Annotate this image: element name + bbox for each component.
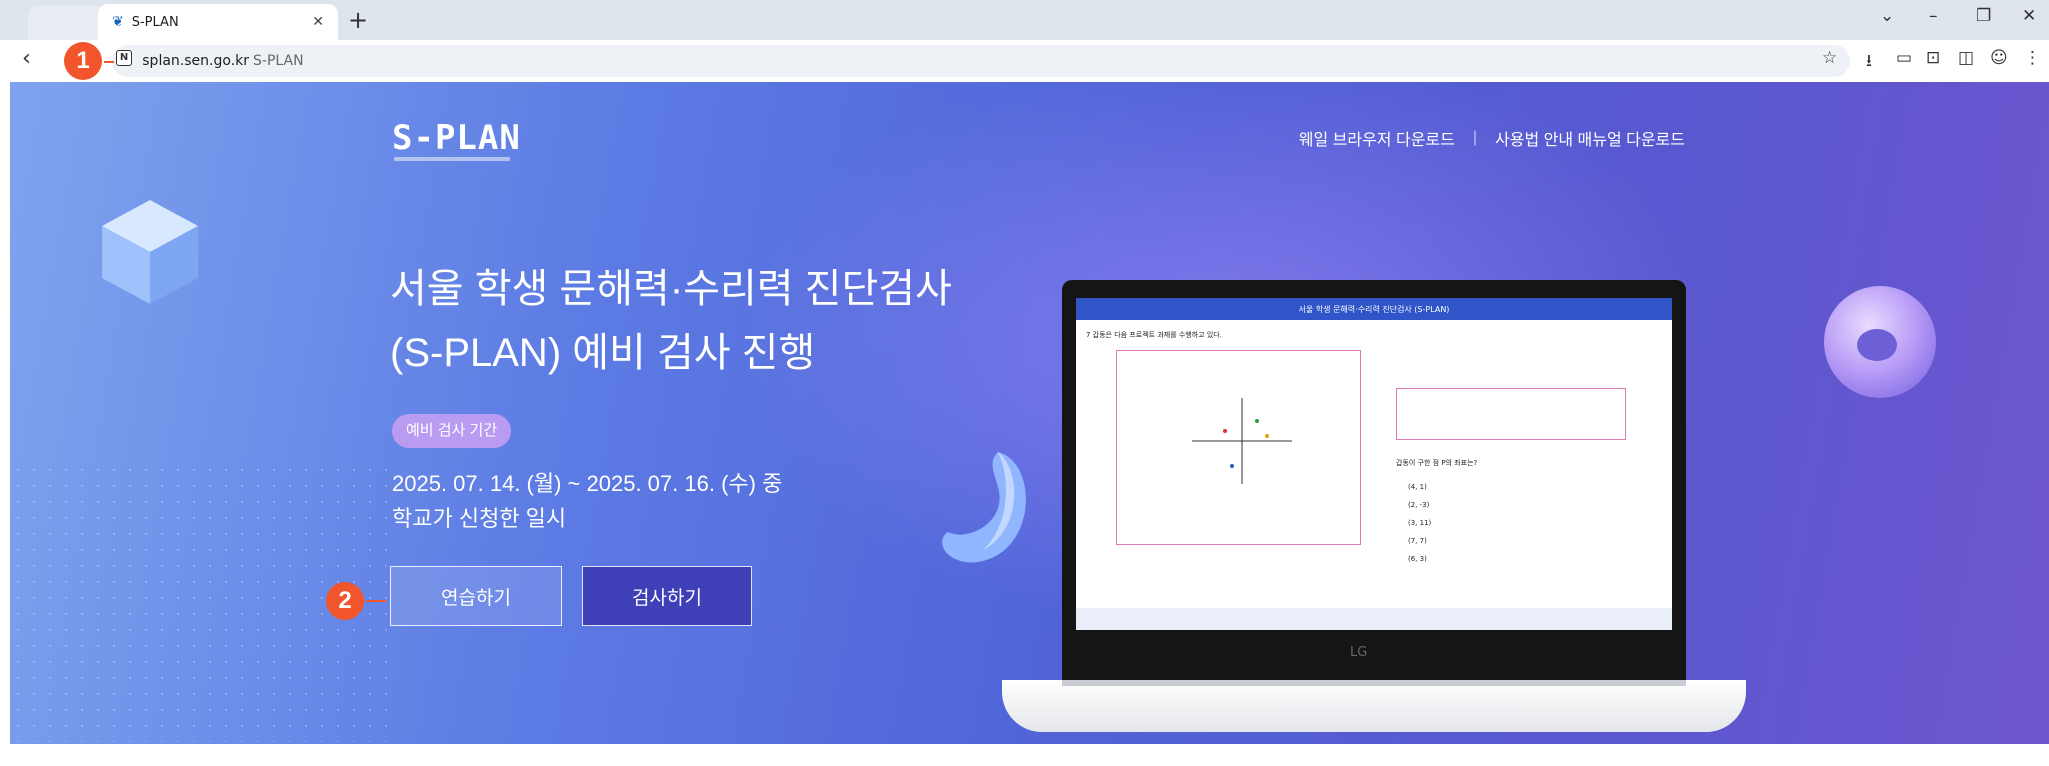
screen-header-title: 서울 학생 문해력·수리력 진단검사 (S-PLAN): [1298, 304, 1450, 314]
cast-icon[interactable]: ▭: [1896, 48, 1912, 68]
browser-tab-bar: ❦ S-PLAN ✕ + ⌄ – ❐ ✕: [0, 0, 2049, 40]
url-host: splan.sen.go.kr: [142, 53, 249, 69]
annotation-marker-2: 2: [326, 582, 364, 620]
address-bar[interactable]: ⌂ splan.sen.go.kr S-PLAN: [112, 45, 1850, 77]
inactive-tab[interactable]: [28, 6, 108, 40]
link-separator: |: [1472, 129, 1478, 146]
period-text: 2025. 07. 14. (월) ~ 2025. 07. 16. (수) 중 …: [392, 466, 782, 536]
annotation-marker-1: 1: [64, 42, 102, 80]
laptop-keyboard-base: [1002, 680, 1746, 732]
site-favicon-icon: ❦: [112, 14, 124, 30]
practice-button[interactable]: 연습하기: [390, 566, 562, 626]
screen-left-question: 7 갑동은 다음 프로젝트 과제를 수행하고 있다.: [1086, 331, 1222, 339]
screen-option: (7, 7): [1408, 537, 1427, 545]
download-icon[interactable]: ⭳: [1866, 48, 1872, 77]
laptop-bezel: 서울 학생 문해력·수리력 진단검사 (S-PLAN) 7 갑동은 다음 프로젝…: [1062, 280, 1686, 680]
cube-decoration-icon: [102, 200, 198, 304]
laptop-hinge: [1062, 680, 1686, 686]
ring-decoration-icon: [942, 452, 1026, 563]
laptop-screen: 서울 학생 문해력·수리력 진단검사 (S-PLAN) 7 갑동은 다음 프로젝…: [1076, 298, 1672, 630]
hero-section: S-PLAN 웨일 브라우저 다운로드 | 사용법 안내 매뉴얼 다운로드 서울…: [10, 82, 2049, 744]
screenshot-icon[interactable]: ⊡: [1926, 48, 1940, 68]
active-tab[interactable]: ❦ S-PLAN ✕: [98, 4, 338, 40]
url-site-name: S-PLAN: [253, 53, 304, 69]
side-panel-icon[interactable]: ◫: [1958, 48, 1974, 68]
naver-extension-icon[interactable]: N: [116, 50, 132, 66]
profile-icon[interactable]: ☺: [1990, 48, 2008, 68]
new-tab-button[interactable]: +: [348, 4, 368, 36]
tab-search-icon[interactable]: ⌄: [1880, 6, 1894, 26]
annotation-arrow-1: [104, 61, 114, 63]
top-links: 웨일 브라우저 다운로드 | 사용법 안내 매뉴얼 다운로드: [1299, 126, 1685, 150]
s-plan-logo[interactable]: S-PLAN: [392, 118, 521, 158]
screen-footer: [1076, 608, 1672, 630]
close-window-button[interactable]: ✕: [2022, 6, 2036, 26]
laptop-mockup: 서울 학생 문해력·수리력 진단검사 (S-PLAN) 7 갑동은 다음 프로젝…: [1002, 280, 1746, 744]
page-bottom-strip: [0, 744, 2049, 766]
torus-decoration-icon: [1824, 286, 1936, 398]
back-arrow-icon[interactable]: ‹: [22, 46, 31, 71]
tab-title: S-PLAN: [131, 14, 179, 30]
menu-kebab-icon[interactable]: ⋮: [2024, 48, 2041, 68]
screen-project-box: [1116, 350, 1361, 545]
period-note: 학교가 신청한 일시: [392, 506, 567, 531]
start-test-button[interactable]: 검사하기: [582, 566, 752, 626]
hero-title-line2: (S-PLAN) 예비 검사 진행: [390, 331, 816, 375]
screen-option: (6, 3): [1408, 555, 1427, 563]
annotation-arrow-2: [366, 600, 386, 602]
coordinate-graph-icon: [1192, 398, 1292, 484]
bookmark-star-icon[interactable]: ☆: [1822, 48, 1837, 68]
logo-tagline-bar: [394, 157, 510, 161]
hero-title-line1: 서울 학생 문해력·수리력 진단검사: [390, 267, 952, 311]
restore-button[interactable]: ❐: [1976, 6, 1991, 26]
period-dates: 2025. 07. 14. (월) ~ 2025. 07. 16. (수) 중: [392, 471, 783, 496]
screen-right-question: 갑동이 구한 점 P의 좌표는?: [1396, 459, 1478, 467]
whale-download-link[interactable]: 웨일 브라우저 다운로드: [1299, 126, 1455, 150]
browser-toolbar: ‹ ⌂ splan.sen.go.kr S-PLAN: [0, 40, 2049, 82]
tab-close-icon[interactable]: ✕: [312, 14, 324, 30]
screen-options: (4, 1) (2, -3) (3, 11) (7, 7) (6, 3): [1408, 478, 1431, 568]
period-badge: 예비 검사 기간: [392, 414, 512, 448]
minimize-button[interactable]: –: [1929, 6, 1938, 26]
hero-title: 서울 학생 문해력·수리력 진단검사 (S-PLAN) 예비 검사 진행: [390, 257, 952, 385]
screen-option: (4, 1): [1408, 483, 1427, 491]
manual-download-link[interactable]: 사용법 안내 매뉴얼 다운로드: [1495, 126, 1685, 150]
screen-option: (3, 11): [1408, 519, 1432, 527]
screen-condition-box: [1396, 388, 1626, 440]
screen-option: (2, -3): [1408, 501, 1430, 509]
laptop-brand: LG: [1350, 645, 1368, 660]
screen-header: 서울 학생 문해력·수리력 진단검사 (S-PLAN): [1076, 298, 1672, 320]
